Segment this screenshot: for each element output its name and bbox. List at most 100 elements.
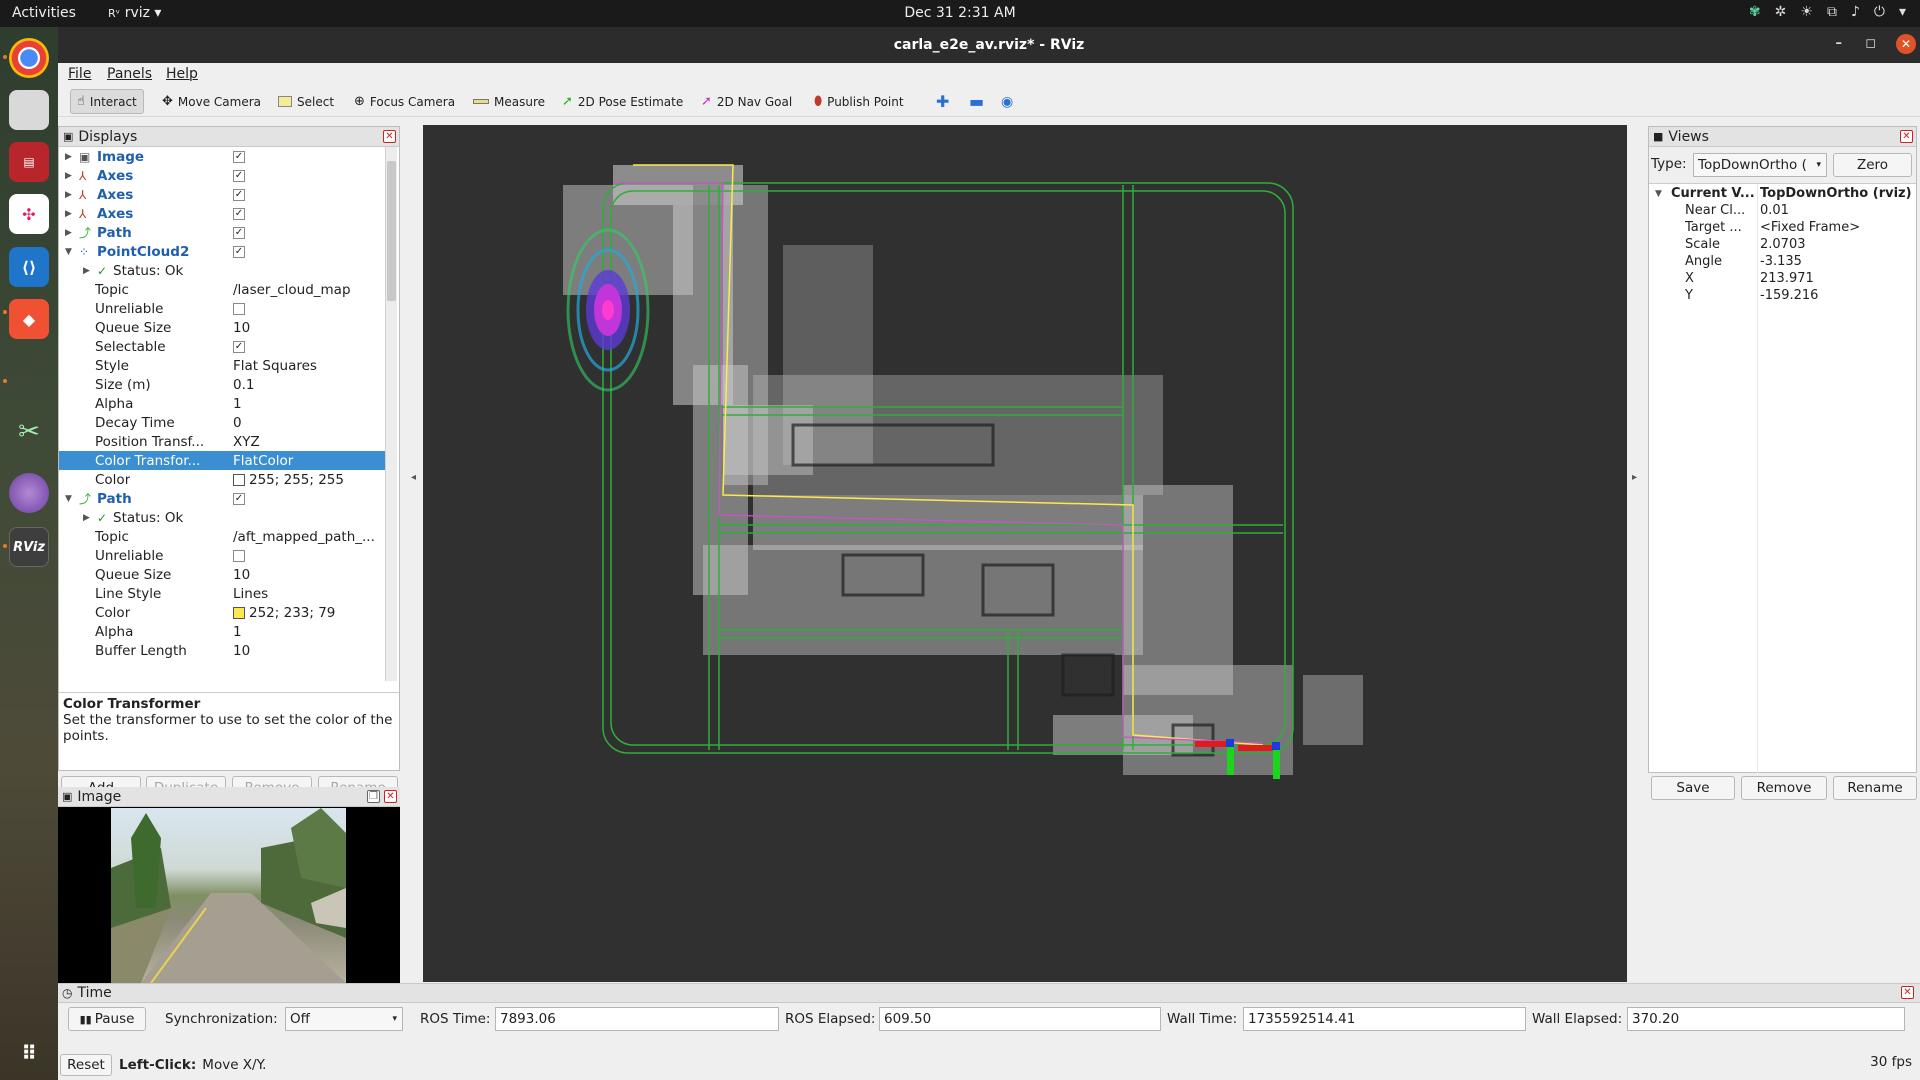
zero-button[interactable]: Zero [1833, 153, 1912, 177]
row-value[interactable]: 255; 255; 255 [233, 472, 383, 488]
row-value[interactable]: 10 [233, 567, 383, 583]
property-row[interactable]: Queue Size 10 [59, 318, 387, 337]
scrollbar-thumb[interactable] [387, 161, 396, 301]
row-value[interactable]: Flat Squares [233, 358, 383, 374]
expand-arrow-icon[interactable]: ▶ [83, 266, 90, 276]
property-row[interactable]: Color 255; 255; 255 [59, 470, 387, 489]
git-icon[interactable]: ◆ [9, 299, 49, 339]
float-icon[interactable]: ❐ [367, 790, 380, 803]
property-row[interactable]: Position Transf... XYZ [59, 432, 387, 451]
property-row[interactable]: Line Style Lines [59, 584, 387, 603]
row-value[interactable]: 10 [233, 320, 383, 336]
time-panel-header[interactable]: ◷ Time [58, 983, 1920, 1003]
property-row[interactable]: Unreliable [59, 546, 387, 565]
view-type-select[interactable]: TopDownOrtho ( ▾ [1693, 153, 1827, 177]
view-prop-row[interactable]: Y -159.216 [1649, 286, 1916, 305]
collapse-right-icon[interactable]: ▸ [1632, 472, 1637, 483]
maximize-button[interactable]: ◻ [1865, 36, 1876, 51]
checkbox-checked[interactable]: ✓ [233, 492, 245, 505]
property-row[interactable]: Size (m) 0.1 [59, 375, 387, 394]
row-value[interactable]: 10 [233, 643, 383, 659]
terminal-icon[interactable]: ▤ [9, 142, 49, 182]
expand-arrow-icon[interactable]: ▼ [65, 494, 72, 504]
row-value[interactable]: 1 [233, 624, 383, 640]
pause-button[interactable]: ▮▮ Pause [68, 1007, 146, 1031]
display-item[interactable]: ▶ ⅄ Axes ✓ [59, 204, 387, 223]
slack-icon[interactable]: ✣ [9, 194, 49, 234]
checkbox-checked[interactable]: ✓ [233, 245, 245, 258]
render-viewport[interactable] [423, 125, 1627, 982]
remove-tool-button[interactable]: ▬ [963, 89, 990, 114]
expand-arrow-icon[interactable]: ▶ [65, 209, 72, 219]
display-item[interactable]: ▶ ⤴ Path ✓ [59, 223, 387, 242]
show-apps-icon[interactable]: ⠿ [9, 1033, 49, 1073]
expand-arrow-icon[interactable]: ▶ [83, 513, 90, 523]
volume-icon[interactable]: ♪ [1851, 4, 1860, 20]
nav-goal-tool[interactable]: ➚ 2D Nav Goal [695, 89, 798, 114]
display-item[interactable]: ▶ ⅄ Axes ✓ [59, 185, 387, 204]
close-icon[interactable]: ✕ [384, 790, 397, 803]
display-item[interactable]: ▶ ⅄ Axes ✓ [59, 166, 387, 185]
collapse-left-icon[interactable]: ◂ [411, 472, 416, 483]
checkbox-checked[interactable]: ✓ [233, 207, 245, 220]
measure-tool[interactable]: Measure [467, 89, 551, 114]
property-row[interactable]: Style Flat Squares [59, 356, 387, 375]
expand-arrow-icon[interactable]: ▶ [65, 228, 72, 238]
sync-select[interactable]: Off ▾ [285, 1007, 403, 1031]
checkbox-checked[interactable]: ✓ [233, 169, 245, 182]
displays-panel-header[interactable]: ▣ Displays [59, 127, 399, 147]
map-render[interactable] [423, 125, 1627, 982]
image-panel-header[interactable]: ▣ Image [58, 787, 400, 807]
remove-view-button[interactable]: Remove [1741, 776, 1827, 800]
property-row[interactable]: Decay Time 0 [59, 413, 387, 432]
window-titlebar[interactable]: carla_e2e_av.rviz* - RViz – ◻ ✕ [58, 27, 1920, 63]
interact-tool[interactable]: ☝ Interact [70, 89, 144, 114]
wall-time-field[interactable]: 1735592514.41 [1243, 1007, 1526, 1031]
files-icon[interactable] [9, 90, 49, 130]
vscode-icon[interactable]: ⟨⟩ [9, 247, 49, 287]
menu-panels[interactable]: Panels [107, 66, 152, 82]
menu-file[interactable]: File [68, 66, 91, 82]
settings-icon[interactable]: ✲ [1775, 4, 1787, 20]
view-properties[interactable]: ▼ Current V... TopDownOrtho (rviz) Near … [1649, 183, 1916, 773]
save-view-button[interactable]: Save [1651, 776, 1735, 800]
select-tool[interactable]: Select [272, 89, 340, 114]
displays-scrollbar[interactable] [385, 147, 397, 681]
checkbox-unchecked[interactable] [233, 549, 245, 562]
network-icon[interactable]: ✾ [1749, 4, 1761, 20]
property-row[interactable]: Buffer Length 10 [59, 641, 387, 660]
status-row[interactable]: ▶ ✓ Status: Ok [59, 261, 387, 280]
view-prop-value[interactable]: <Fixed Frame> [1760, 220, 1860, 235]
checkbox-checked[interactable]: ✓ [233, 188, 245, 201]
views-panel-header[interactable]: ■ Views [1649, 127, 1916, 147]
close-icon[interactable]: ✕ [1901, 986, 1914, 999]
displays-tree[interactable]: ▶ ▣ Image ✓ ▶ ⅄ Axes ✓ ▶ ⅄ Axes ✓ ▶ ⅄ Axes ✓ ▶ ⤴ Path ✓ ▼ ⁘ Po… [59, 147, 387, 681]
focus-camera-tool[interactable]: ⊕ Focus Camera [348, 89, 461, 114]
property-row[interactable]: Alpha 1 [59, 622, 387, 641]
close-icon[interactable]: ✕ [383, 130, 396, 143]
minimize-button[interactable]: – [1836, 36, 1843, 51]
chevron-down-icon[interactable]: ▾ [1899, 4, 1906, 20]
wall-elapsed-field[interactable]: 370.20 [1627, 1007, 1905, 1031]
view-prop-value[interactable]: 213.971 [1760, 271, 1814, 286]
pose-estimate-tool[interactable]: ➚ 2D Pose Estimate [556, 89, 689, 114]
close-button[interactable]: ✕ [1896, 34, 1916, 54]
system-tray[interactable]: ✾ ✲ ☀ ⧉ ♪ ⏻ ▾ [1749, 4, 1906, 20]
display-item[interactable]: ▼ ⤴ Path ✓ [59, 489, 387, 508]
row-value[interactable]: Lines [233, 586, 383, 602]
checkbox-checked[interactable]: ✓ [233, 340, 245, 353]
close-icon[interactable]: ✕ [1900, 130, 1913, 143]
property-row[interactable]: Color 252; 233; 79 [59, 603, 387, 622]
tool-properties-button[interactable]: ◉ [995, 89, 1019, 114]
row-value[interactable]: XYZ [233, 434, 383, 450]
row-value[interactable]: FlatColor [233, 453, 383, 469]
row-value[interactable]: 0.1 [233, 377, 383, 393]
menu-help[interactable]: Help [166, 66, 198, 82]
row-value[interactable]: 1 [233, 396, 383, 412]
property-row[interactable]: Selectable ✓ [59, 337, 387, 356]
ros-elapsed-field[interactable]: 609.50 [879, 1007, 1161, 1031]
row-value[interactable]: 252; 233; 79 [233, 605, 383, 621]
display-item[interactable]: ▼ ⁘ PointCloud2 ✓ [59, 242, 387, 261]
property-row[interactable]: Alpha 1 [59, 394, 387, 413]
view-prop-value[interactable]: -159.216 [1760, 288, 1818, 303]
